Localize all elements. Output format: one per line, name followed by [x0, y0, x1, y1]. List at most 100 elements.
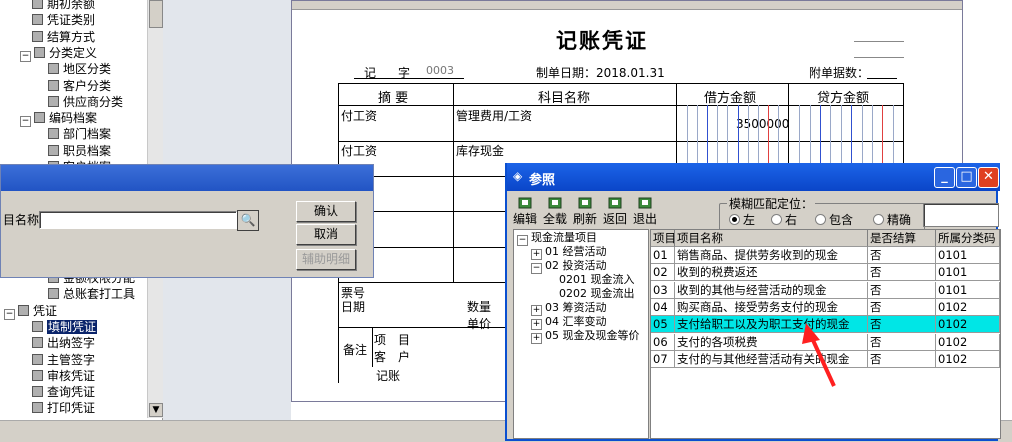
grid-row[interactable]: 01 销售商品、提供劳务收到的现金否 0101 — [651, 247, 1000, 264]
radio-button[interactable] — [729, 214, 740, 225]
grid-header-cell[interactable]: 所属分类码 — [936, 230, 1000, 247]
tree-item[interactable]: 凭证类别 — [32, 12, 95, 28]
category-tree-item[interactable]: +05 现金及现金等价 — [531, 329, 640, 344]
toolbar-label: 刷新 — [572, 212, 597, 226]
category-tree-item[interactable]: 0202 现金流出 — [545, 287, 635, 301]
tree-item[interactable]: − 编码档案 — [20, 110, 97, 128]
node-icon — [48, 95, 59, 107]
tree-item[interactable]: 部门档案 — [48, 126, 111, 142]
reference-dialog-titlebar[interactable]: ◈ 参照 _ □ ✕ — [507, 163, 1000, 191]
tree-item[interactable]: − 凭证 — [4, 303, 58, 320]
category-tree-item[interactable]: +04 汇率变动 — [531, 315, 607, 330]
toolbar-return-button[interactable]: 返回 — [601, 197, 629, 227]
category-tree-item[interactable]: +01 经营活动 — [531, 245, 607, 260]
match-option[interactable]: 左 — [729, 211, 755, 228]
grid-cell: 否 — [868, 247, 936, 264]
grid-header-cell[interactable]: 是否结算 — [868, 230, 936, 247]
grid-cell: 销售商品、提供劳务收到的现金 — [675, 247, 868, 264]
radio-button[interactable] — [815, 214, 826, 225]
minimize-icon[interactable]: _ — [934, 167, 955, 188]
reference-dialog-title: 参照 — [529, 173, 556, 188]
collapse-icon[interactable]: − — [517, 235, 528, 246]
tree-item[interactable]: 期初余额 — [32, 0, 95, 12]
tree-item[interactable]: 审核凭证 — [32, 368, 95, 384]
collapse-icon[interactable]: − — [20, 50, 31, 62]
tree-item-label: 凭证 — [33, 303, 58, 318]
tree-item[interactable]: 结算方式 — [32, 29, 95, 45]
category-label: 04 汇率变动 — [545, 315, 607, 328]
collapse-icon[interactable]: − — [531, 263, 542, 274]
toolbar-edit-button[interactable]: 编辑 — [511, 197, 539, 227]
confirm-button[interactable]: 确认 — [296, 201, 356, 222]
grid-row[interactable]: 02 收到的税费返还否 0101 — [651, 264, 1000, 282]
node-icon — [32, 402, 43, 414]
row1-debit[interactable]: 3500000 — [736, 117, 789, 131]
expand-icon[interactable]: + — [531, 333, 542, 344]
tree-item[interactable]: 出纳签字 — [32, 335, 95, 351]
grid-cell: 0101 — [936, 281, 1000, 299]
tree-item-label: 职员档案 — [63, 143, 112, 158]
toolbar-refresh-button[interactable]: 刷新 — [571, 197, 599, 227]
tree-item[interactable]: 供应商分类 — [48, 94, 123, 110]
grid-header-cell[interactable]: 项目 — [651, 230, 675, 247]
collapse-icon[interactable]: − — [20, 116, 31, 128]
node-icon — [48, 144, 59, 156]
cancel-button[interactable]: 取消 — [296, 224, 356, 245]
toolbar-exit-button[interactable]: 退出 — [631, 197, 659, 227]
tree-item-label: 查询凭证 — [47, 385, 96, 400]
node-icon — [32, 14, 43, 26]
match-option[interactable]: 包含 — [815, 211, 853, 228]
grid-row[interactable]: 04 购买商品、接受劳务支付的现金否 0102 — [651, 298, 1000, 316]
tree-item[interactable]: 职员档案 — [48, 143, 111, 159]
edit-icon — [518, 197, 532, 209]
category-tree-item[interactable]: 0201 现金流入 — [545, 273, 635, 287]
grid-cell: 0102 — [936, 298, 1000, 316]
grid-cell: 03 — [651, 281, 675, 299]
row1-account[interactable]: 管理费用/工资 — [456, 107, 532, 124]
tree-item-label: 审核凭证 — [47, 368, 96, 383]
locate-input[interactable] — [923, 203, 999, 227]
close-icon[interactable]: ✕ — [978, 167, 999, 188]
account-name-input[interactable] — [39, 211, 237, 229]
toolbar-label: 编辑 — [512, 212, 537, 226]
grid-row[interactable]: 03 收到的其他与经营活动的现金否 0101 — [651, 281, 1000, 299]
maximize-icon[interactable]: □ — [956, 167, 977, 188]
voucher-date[interactable]: 制单日期：2018.01.31 — [536, 64, 665, 81]
tree-item[interactable]: 填制凭证 — [32, 319, 98, 335]
category-tree-item[interactable]: +03 筹资活动 — [531, 301, 607, 316]
tree-item[interactable]: 客户分类 — [48, 78, 111, 94]
cashflow-category-tree[interactable]: − 现金流量项目 +01 经营活动 −02 投资活动 0201 现金流入 0202 现金流… — [513, 229, 649, 439]
aux-detail-button[interactable]: 辅助明细 — [296, 249, 356, 270]
match-option[interactable]: 右 — [771, 211, 797, 228]
category-tree-item[interactable]: −02 投资活动 — [531, 259, 607, 274]
tree-item[interactable]: − 分类定义 — [20, 45, 97, 62]
tree-item-label: 打印凭证 — [47, 401, 96, 416]
tree-item[interactable]: 地区分类 — [48, 61, 111, 77]
tree-item[interactable]: 总账套打工具 — [48, 286, 135, 302]
scrollbar-thumb[interactable] — [149, 0, 163, 28]
tree-item[interactable]: 查询凭证 — [32, 384, 95, 400]
col-account-header: 科目名称 — [538, 91, 591, 106]
row2-summary[interactable]: 付工资 — [341, 142, 377, 159]
scroll-down-arrow-icon[interactable]: ▼ — [149, 403, 163, 417]
category-label: 03 筹资活动 — [545, 301, 607, 314]
collapse-icon[interactable]: − — [4, 308, 15, 320]
match-option[interactable]: 精确 — [873, 211, 911, 228]
row2-account[interactable]: 库存现金 — [456, 142, 504, 159]
search-icon[interactable]: 🔍 — [237, 210, 259, 231]
radio-button[interactable] — [873, 214, 884, 225]
query-dialog-titlebar[interactable] — [1, 165, 373, 191]
toolbar-load-button[interactable]: 全载 — [541, 197, 569, 227]
grid-header-cell[interactable]: 项目名称 — [675, 230, 868, 247]
tree-item-label: 地区分类 — [63, 62, 112, 77]
grid-cell: 否 — [868, 333, 936, 351]
grid-cell: 0101 — [936, 264, 1000, 282]
category-label: 01 经营活动 — [545, 245, 607, 258]
match-option-label: 左 — [743, 213, 756, 227]
category-tree-item[interactable]: − 现金流量项目 — [517, 231, 597, 246]
grid-cell: 否 — [868, 298, 936, 316]
tree-item[interactable]: 打印凭证 — [32, 400, 95, 416]
radio-button[interactable] — [771, 214, 782, 225]
tree-item[interactable]: 主管签字 — [32, 352, 95, 368]
row1-summary[interactable]: 付工资 — [341, 107, 377, 124]
